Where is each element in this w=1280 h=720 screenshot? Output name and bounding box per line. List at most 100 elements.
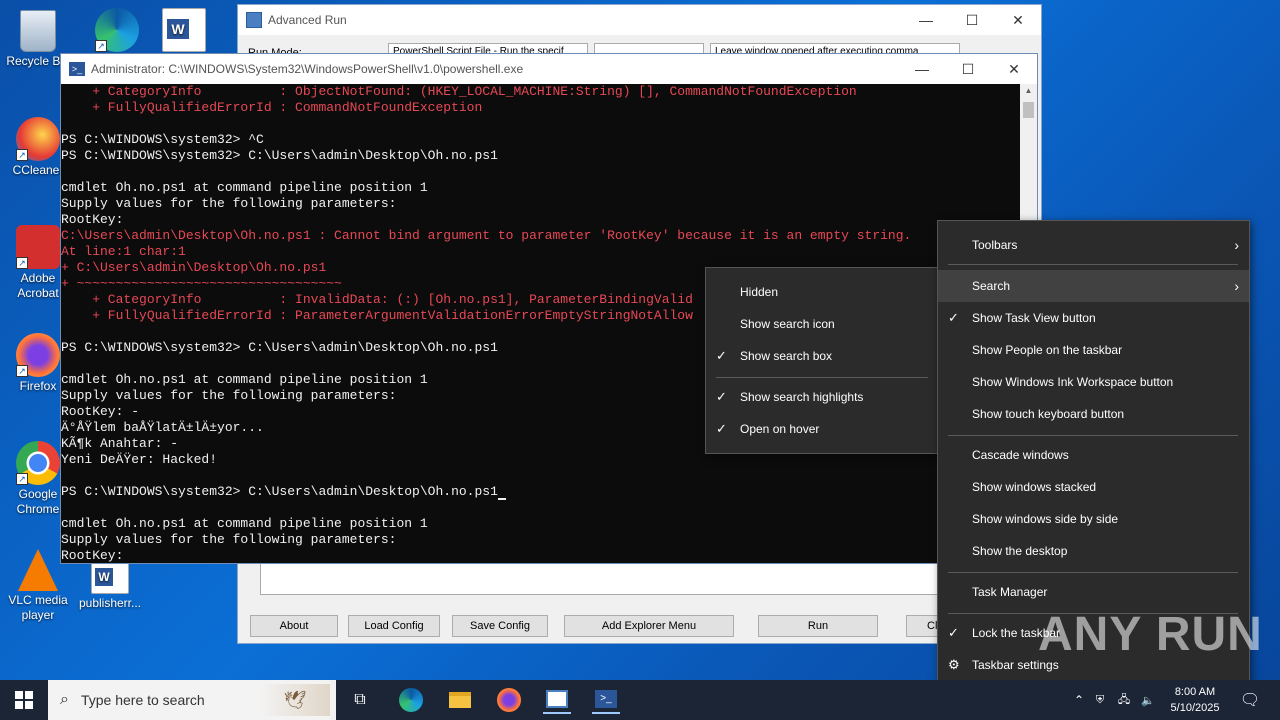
console-line: RootKey: [61,548,124,563]
vlc-icon [18,549,58,591]
menu-item-show-search-highlights[interactable]: ✓ Show search highlights [706,381,938,413]
menu-item-open-on-hover[interactable]: ✓ Open on hover [706,413,938,445]
powershell-icon: >_ [69,62,85,76]
console-line: + FullyQualifiedErrorId : CommandNotFoun… [61,100,483,115]
defender-icon[interactable]: ⛨ [1088,694,1112,707]
firefox-icon: ↗ [16,333,60,377]
taskbar-search-box[interactable]: ⌕ Type here to search 🕊 [48,680,336,720]
volume-icon[interactable]: 🔈 [1136,694,1160,707]
clock-time: 8:00 AM [1174,686,1216,698]
console-line: PS C:\WINDOWS\system32> C:\Users\admin\D… [61,484,1021,500]
menu-item-search[interactable]: Search › [938,270,1249,302]
console-line: Yeni DeÄŸer: Hacked! [61,452,218,467]
desktop-icon-label: VLC media player [8,593,68,622]
console-line: Supply values for the following paramete… [61,196,397,211]
menu-item-cascade[interactable]: Cascade windows [938,439,1249,471]
window-title: Administrator: C:\WINDOWS\System32\Windo… [91,62,524,76]
powershell-titlebar[interactable]: >_ Administrator: C:\WINDOWS\System32\Wi… [61,54,1037,84]
scroll-up-arrow-icon[interactable]: ▲ [1020,86,1037,100]
menu-item-ink-workspace[interactable]: Show Windows Ink Workspace button [938,366,1249,398]
desktop-icon-publisher[interactable]: W publisherr... [72,558,148,611]
scrollbar-thumb[interactable] [1023,102,1034,118]
menu-item-show-desktop[interactable]: Show the desktop [938,535,1249,567]
search-icon: ⌕ [60,691,69,708]
chevron-up-icon[interactable]: ⌃ [1070,693,1088,707]
maximize-button[interactable]: ☐ [949,5,995,35]
taskbar-firefox-icon[interactable] [495,686,523,714]
console-line: C:\Users\admin\Desktop\Oh.no.ps1 : Canno… [61,228,912,243]
save-config-button[interactable]: Save Config [452,615,548,637]
desktop-icon-edge[interactable]: ↗ [79,4,155,54]
word-doc-icon: W [91,562,129,594]
advanced-run-titlebar[interactable]: Advanced Run — ☐ ✕ [238,5,1041,35]
checkmark-icon: ✓ [716,421,727,436]
console-line: At line:1 char:1 [61,244,186,259]
console-line: + CategoryInfo : ObjectNotFound: (HKEY_L… [61,84,857,99]
run-button[interactable]: Run [758,615,878,637]
search-placeholder: Type here to search [80,692,205,708]
add-explorer-menu-button[interactable]: Add Explorer Menu [564,615,734,637]
taskbar-clock[interactable]: 8:00 AM 5/10/2025 [1160,684,1230,716]
checkmark-icon: ✓ [948,625,959,640]
menu-item-side-by-side[interactable]: Show windows side by side [938,503,1249,535]
menu-separator [716,377,928,378]
checkmark-icon: ✓ [948,310,959,325]
minimize-button[interactable]: — [903,5,949,35]
notification-icon[interactable]: 🗨 [1236,686,1264,714]
menu-item-task-view[interactable]: ✓ Show Task View button [938,302,1249,334]
menu-item-touch-keyboard[interactable]: Show touch keyboard button [938,398,1249,430]
network-icon[interactable]: 🖧 [1112,691,1136,710]
anyrun-watermark: ANY RUN [1038,608,1263,661]
search-submenu: Hidden Show search icon ✓ Show search box… [705,267,939,454]
checkmark-icon: ✓ [716,389,727,404]
load-config-button[interactable]: Load Config [348,615,440,637]
taskbar-edge-icon[interactable] [397,686,425,714]
about-button[interactable]: About [250,615,338,637]
chevron-right-icon: › [1234,237,1239,253]
menu-item-stacked[interactable]: Show windows stacked [938,471,1249,503]
chrome-icon: ↗ [16,441,60,485]
app-icon [246,12,262,28]
windows-logo-icon [15,691,33,709]
search-highlight-image-icon: 🕊 [260,684,330,716]
maximize-button[interactable]: ☐ [945,54,991,84]
recycle-bin-icon [20,10,56,52]
taskbar-advanced-run-icon[interactable] [543,686,571,714]
taskbar-powershell-icon[interactable]: >_ [592,686,620,714]
minimize-button[interactable]: — [899,54,945,84]
gear-icon: ⚙ [948,657,960,672]
menu-item-people[interactable]: Show People on the taskbar [938,334,1249,366]
console-line: PS C:\WINDOWS\system32> C:\Users\admin\D… [61,148,498,163]
acrobat-icon: ↗ [16,225,60,269]
console-line: Supply values for the following paramete… [61,532,397,547]
task-view-icon[interactable]: ⧉ [346,686,374,714]
window-title: Advanced Run [268,13,347,27]
file-explorer-icon[interactable] [446,686,474,714]
desktop-icon-word[interactable]: W [146,4,222,54]
menu-separator [948,435,1238,436]
system-tray: ⌃ ⛨ 🖧 🔈 [1070,680,1160,720]
close-button[interactable]: ✕ [991,54,1037,84]
menu-item-task-manager[interactable]: Task Manager [938,576,1249,608]
console-line: PS C:\WINDOWS\system32> ^C [61,132,264,147]
console-line: cmdlet Oh.no.ps1 at command pipeline pos… [61,180,428,195]
menu-item-hidden[interactable]: Hidden [706,276,938,308]
options-list[interactable] [260,560,950,595]
console-line: RootKey: [61,212,124,227]
menu-item-show-search-icon[interactable]: Show search icon [706,308,938,340]
start-button[interactable] [0,680,48,720]
clock-date: 5/10/2025 [1170,702,1220,714]
word-icon: W [162,8,206,52]
desktop-icon-label: publisherr... [78,596,142,610]
edge-icon: ↗ [95,8,139,52]
menu-item-show-search-box[interactable]: ✓ Show search box [706,340,938,372]
menu-separator [948,264,1238,265]
console-line: cmdlet Oh.no.ps1 at command pipeline pos… [61,516,428,531]
menu-item-toolbars[interactable]: Toolbars › [938,229,1249,261]
close-button[interactable]: ✕ [995,5,1041,35]
checkmark-icon: ✓ [716,348,727,363]
text-cursor [497,498,506,500]
